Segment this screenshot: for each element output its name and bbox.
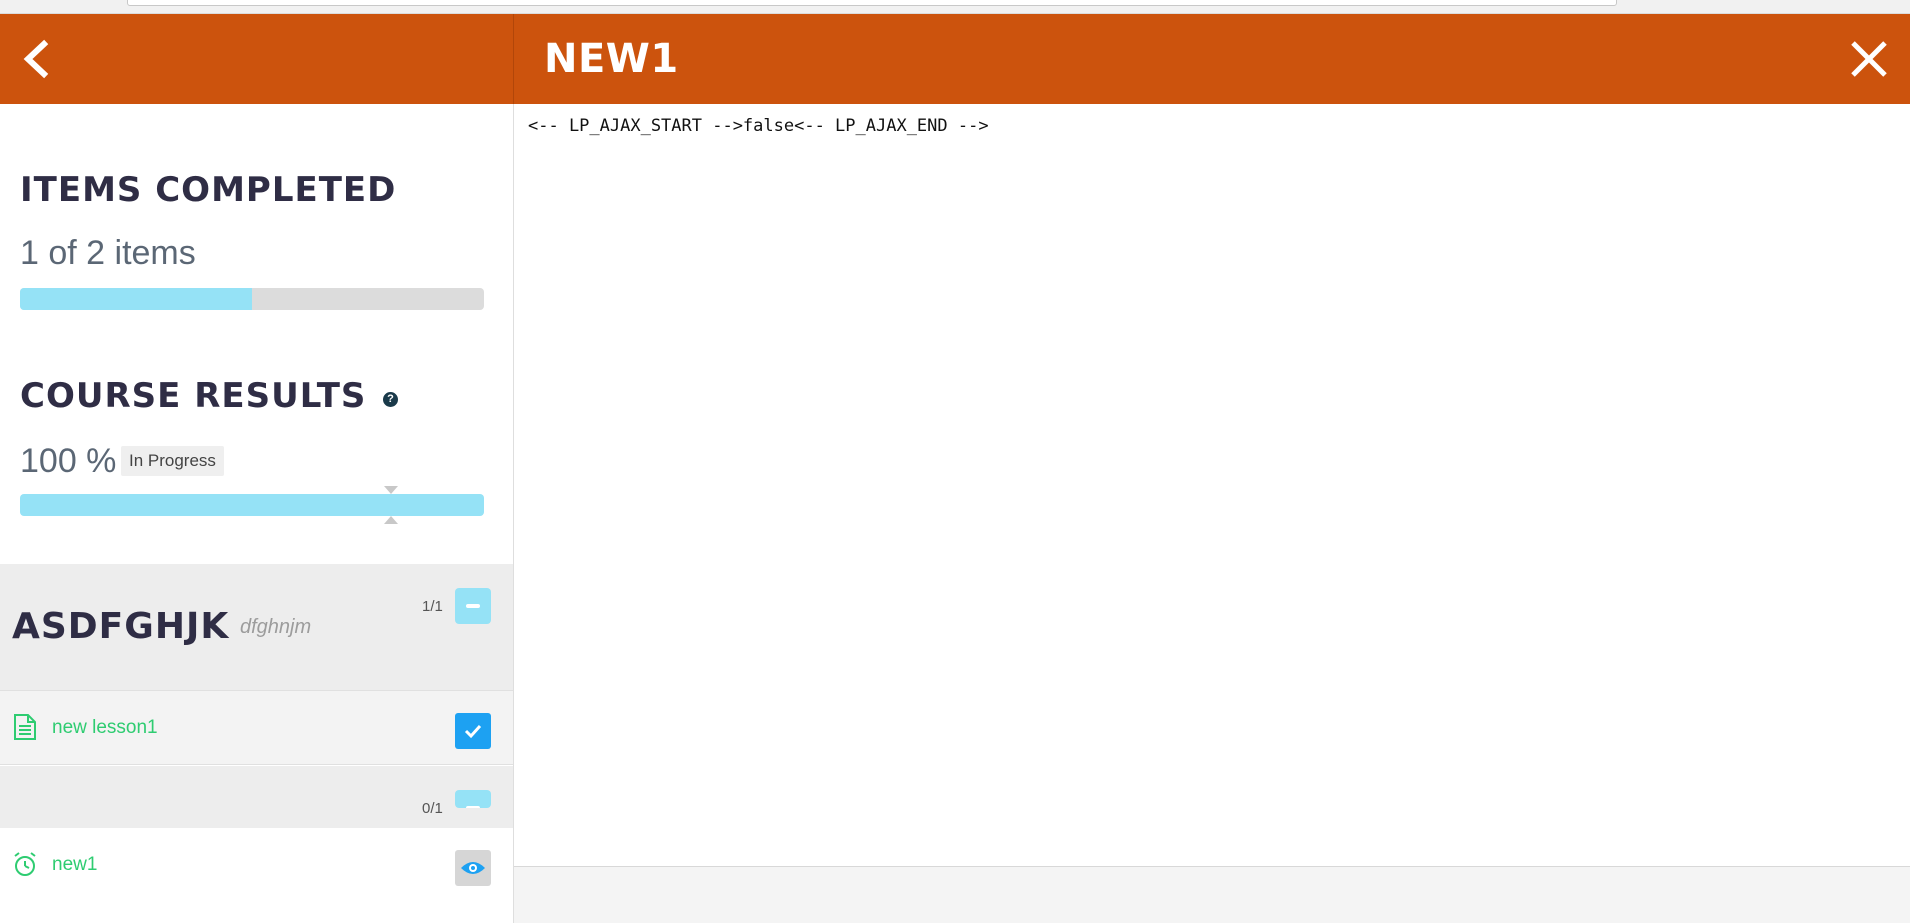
section-count: 1/1 <box>422 598 443 615</box>
section-title: ASDFGHJK <box>12 606 230 647</box>
page-title: NEW1 <box>544 36 679 82</box>
lesson-item[interactable]: new lesson1 <box>0 690 513 765</box>
course-sidebar: ITEMS COMPLETED 1 of 2 items COURSE RESU… <box>0 104 514 923</box>
course-results-fill <box>20 494 484 516</box>
passing-grade-marker-bottom <box>384 516 399 524</box>
question-icon[interactable]: ? <box>383 392 398 407</box>
lesson-label: new lesson1 <box>52 717 158 738</box>
section-header[interactable]: ASDFGHJK dfghnjm 1/1 <box>0 564 513 694</box>
course-results-bar <box>20 494 484 516</box>
section-count: 0/1 <box>422 800 443 817</box>
course-header: NEW1 <box>0 14 1910 104</box>
browser-top-strip <box>0 0 1910 14</box>
collapse-section-button[interactable] <box>455 588 491 624</box>
alarm-clock-icon <box>14 852 36 876</box>
close-icon <box>1851 41 1887 77</box>
lesson-content: <-- LP_AJAX_START -->false<-- LP_AJAX_EN… <box>514 104 1910 866</box>
address-bar[interactable] <box>127 0 1617 6</box>
document-icon <box>14 714 36 740</box>
section-description: dfghnjm <box>240 616 312 638</box>
course-results-percent: 100 % <box>20 442 117 480</box>
content-footer <box>514 866 1910 923</box>
status-badge: In Progress <box>121 446 224 476</box>
back-button[interactable] <box>18 38 54 80</box>
preview-button[interactable] <box>455 850 491 886</box>
items-progress-bar <box>20 288 484 310</box>
lesson-item-active[interactable]: new1 <box>0 828 513 903</box>
items-completed-count: 1 of 2 items <box>20 234 196 272</box>
passing-grade-marker-top <box>384 486 399 494</box>
completed-check-button[interactable] <box>455 713 491 749</box>
section-header[interactable]: 0/1 <box>0 766 513 832</box>
course-results-heading: COURSE RESULTS <box>20 376 367 416</box>
header-divider <box>513 14 514 104</box>
content-raw-text: <-- LP_AJAX_START -->false<-- LP_AJAX_EN… <box>528 116 989 136</box>
items-completed-heading: ITEMS COMPLETED <box>20 170 397 210</box>
checkmark-icon <box>464 724 482 739</box>
lesson-label: new1 <box>52 854 98 875</box>
chevron-left-icon <box>23 39 49 79</box>
eye-icon <box>461 862 485 874</box>
items-progress-fill <box>20 288 252 310</box>
collapse-section-button[interactable] <box>455 790 491 808</box>
close-button[interactable] <box>1848 38 1890 80</box>
